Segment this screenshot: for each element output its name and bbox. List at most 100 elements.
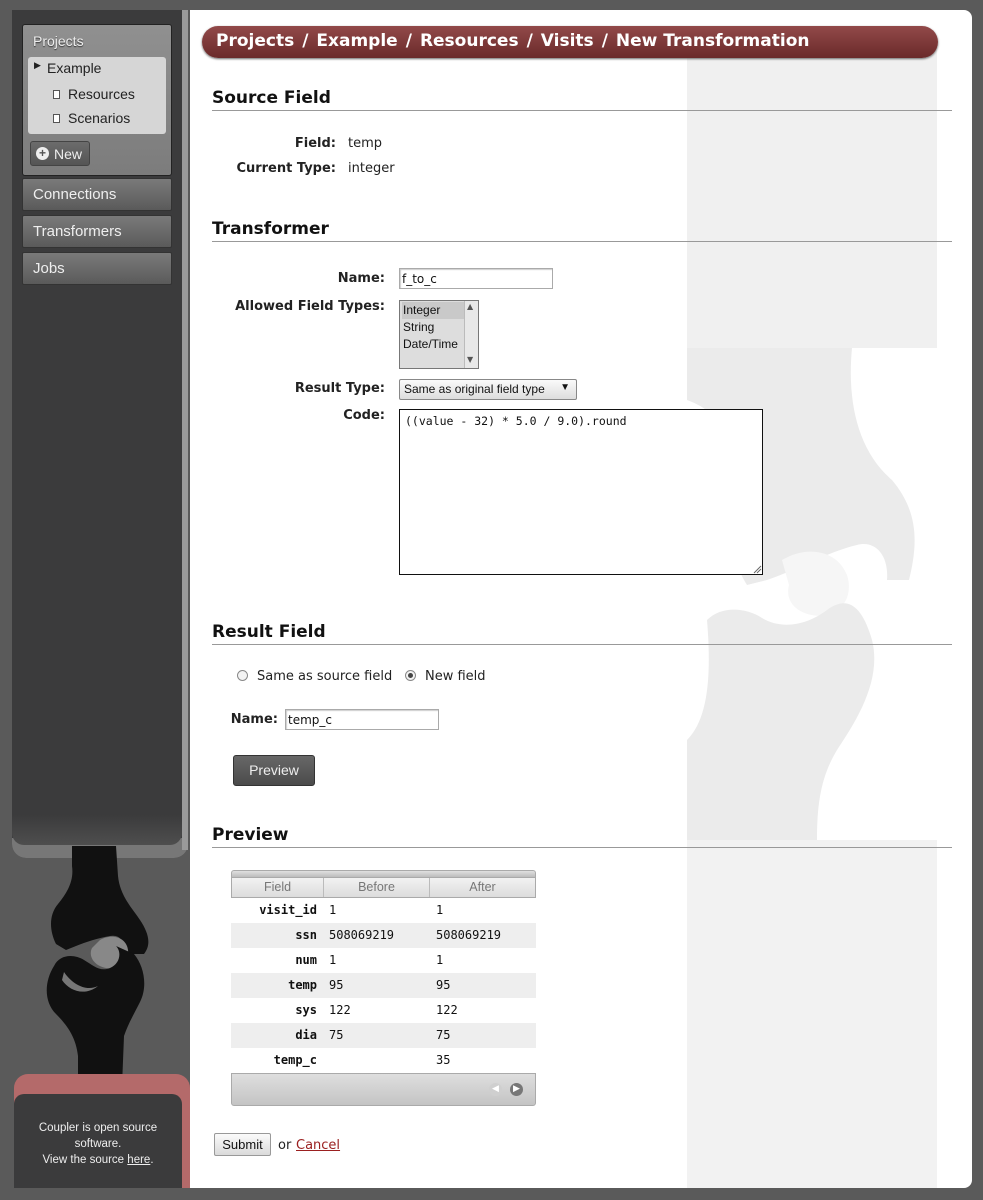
- prev-page-icon[interactable]: ◀: [489, 1083, 502, 1096]
- source-field-title: Source Field: [212, 88, 331, 108]
- nav-connections[interactable]: Connections: [22, 178, 172, 211]
- breadcrumb-visits[interactable]: Visits: [541, 31, 594, 51]
- grid-top-bar: [231, 870, 536, 877]
- row-before: 508069219: [329, 928, 395, 942]
- row-field: temp_c: [273, 1053, 317, 1067]
- breadcrumb-example[interactable]: Example: [316, 31, 397, 51]
- breadcrumb-separator: /: [526, 31, 533, 51]
- current-type-value: integer: [348, 161, 395, 176]
- listbox-option-datetime[interactable]: Date/Time: [402, 336, 464, 353]
- row-field: visit_id: [259, 903, 317, 917]
- nav-jobs[interactable]: Jobs: [22, 252, 172, 285]
- result-type-select[interactable]: Same as original field type ▼: [399, 379, 577, 400]
- footer-panel: Coupler is open source software. View th…: [14, 1094, 182, 1188]
- document-icon: [53, 114, 60, 123]
- preview-title: Preview: [212, 825, 289, 845]
- background-art: [687, 40, 937, 1188]
- transformer-name-input[interactable]: f_to_c: [399, 268, 553, 289]
- row-after: 1: [436, 953, 444, 967]
- row-after: 35: [436, 1053, 451, 1067]
- row-field: temp: [288, 978, 317, 992]
- result-field-title: Result Field: [212, 622, 326, 642]
- row-after: 122: [436, 1003, 458, 1017]
- source-link[interactable]: here: [127, 1154, 150, 1166]
- field-label: Field:: [294, 136, 336, 151]
- document-icon: [53, 90, 60, 99]
- section-divider: [212, 110, 952, 111]
- footer-line-3: View the source here.: [14, 1152, 182, 1168]
- footer-line-3-suffix: .: [150, 1154, 154, 1166]
- footer-line-3-prefix: View the source: [42, 1154, 125, 1166]
- current-type-label: Current Type:: [236, 161, 336, 176]
- breadcrumb-current: New Transformation: [615, 31, 810, 51]
- coupler-logo: [46, 846, 149, 1086]
- submit-button[interactable]: Submit: [214, 1133, 271, 1156]
- result-name-input[interactable]: temp_c: [285, 709, 439, 730]
- result-type-label: Result Type:: [294, 381, 385, 396]
- scroll-down-icon[interactable]: ▼: [467, 355, 473, 364]
- row-after: 95: [436, 978, 451, 992]
- tree-item-example[interactable]: Example: [47, 60, 101, 76]
- row-before: 122: [329, 1003, 351, 1017]
- sidebar: Projects ▶ Example Resources Scenarios +…: [12, 10, 188, 858]
- column-header-field[interactable]: Field: [232, 878, 324, 897]
- tree-item-resources[interactable]: Resources: [68, 86, 135, 102]
- breadcrumb-separator: /: [302, 31, 309, 51]
- row-before: 95: [329, 978, 344, 992]
- column-header-before[interactable]: Before: [324, 878, 430, 897]
- plus-icon: +: [36, 147, 49, 160]
- code-textarea[interactable]: ((value - 32) * 5.0 / 9.0).round: [399, 409, 763, 575]
- tree-item-scenarios[interactable]: Scenarios: [68, 110, 130, 126]
- nav-transformers[interactable]: Transformers: [22, 215, 172, 248]
- sidebar-rail: [182, 10, 188, 850]
- table-row: num 1 1: [231, 948, 536, 973]
- table-row: sys 122 122: [231, 998, 536, 1023]
- breadcrumb-resources[interactable]: Resources: [420, 31, 519, 51]
- next-page-icon[interactable]: ▶: [510, 1083, 523, 1096]
- table-row: temp 95 95: [231, 973, 536, 998]
- radio-new-field[interactable]: [405, 670, 416, 681]
- section-divider: [212, 847, 952, 848]
- listbox-scrollbar[interactable]: ▲ ▼: [464, 301, 478, 368]
- expand-arrow-icon[interactable]: ▶: [34, 61, 41, 71]
- table-row: ssn 508069219 508069219: [231, 923, 536, 948]
- row-before: 1: [329, 903, 337, 917]
- breadcrumb: Projects / Example / Resources / Visits / New Tr…: [202, 26, 938, 58]
- section-divider: [212, 644, 952, 645]
- footer-line-1: Coupler is open source: [38, 1122, 158, 1134]
- new-button-label: New: [54, 146, 83, 162]
- column-header-after[interactable]: After: [430, 878, 535, 897]
- main-content: Projects / Example / Resources / Visits / New Tr…: [190, 10, 972, 1188]
- resize-grip-icon[interactable]: [753, 565, 762, 574]
- grid-pager: ◀ ▶: [231, 1073, 536, 1106]
- breadcrumb-projects[interactable]: Projects: [216, 31, 294, 51]
- row-field: ssn: [295, 928, 317, 942]
- projects-panel: Projects ▶ Example Resources Scenarios +…: [22, 24, 172, 176]
- row-field: dia: [295, 1028, 317, 1042]
- breadcrumb-separator: /: [405, 31, 412, 51]
- cancel-link[interactable]: Cancel: [296, 1138, 340, 1153]
- transformer-title: Transformer: [212, 219, 329, 239]
- project-tree: ▶ Example Resources Scenarios: [28, 57, 166, 134]
- result-name-label: Name:: [230, 712, 278, 727]
- nav-label: Jobs: [33, 260, 65, 277]
- transformer-name-label: Name:: [337, 271, 385, 286]
- table-row: temp_c 35: [231, 1048, 536, 1073]
- dropdown-arrow-icon: ▼: [560, 382, 570, 393]
- projects-heading[interactable]: Projects: [33, 33, 84, 49]
- radio-same-label[interactable]: Same as source field: [257, 669, 392, 684]
- radio-new-label[interactable]: New field: [425, 669, 486, 684]
- footer-line-2: software.: [74, 1138, 122, 1150]
- listbox-option-string[interactable]: String: [402, 319, 464, 336]
- code-label: Code:: [343, 408, 385, 423]
- allowed-field-types-listbox[interactable]: Integer String Date/Time ▲ ▼: [399, 300, 479, 369]
- new-project-button[interactable]: + New: [30, 141, 90, 166]
- row-after: 75: [436, 1028, 451, 1042]
- row-after: 508069219: [436, 928, 502, 942]
- table-row: visit_id 1 1: [231, 898, 536, 923]
- radio-same-as-source[interactable]: [237, 670, 248, 681]
- scroll-up-icon[interactable]: ▲: [467, 302, 473, 311]
- preview-button[interactable]: Preview: [233, 755, 315, 786]
- row-before: 1: [329, 953, 337, 967]
- listbox-option-integer[interactable]: Integer: [402, 302, 464, 319]
